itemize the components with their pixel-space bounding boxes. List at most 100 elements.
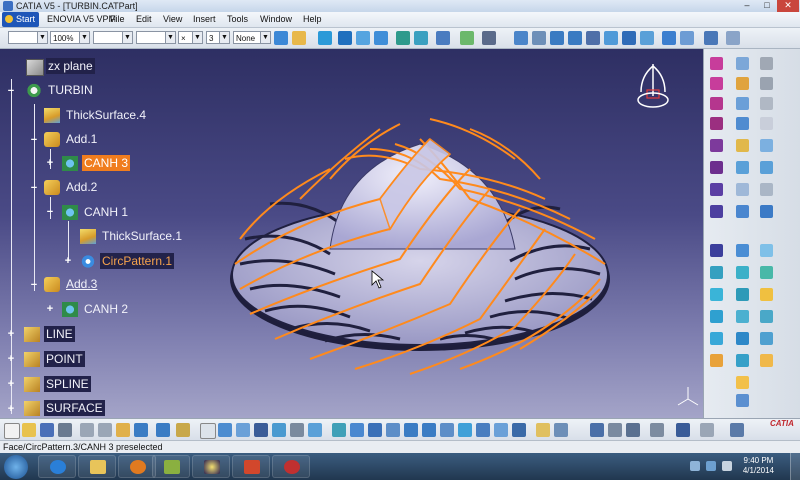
sweep-icon[interactable] xyxy=(736,244,749,257)
3d-compass-icon[interactable] xyxy=(704,31,718,45)
iso-view-icon[interactable] xyxy=(622,31,636,45)
symmetry-icon[interactable] xyxy=(736,310,749,323)
expand-toggle[interactable]: + xyxy=(7,404,15,415)
measure-between-icon[interactable] xyxy=(536,423,550,437)
hide-icon[interactable] xyxy=(494,423,508,437)
close-surface-icon[interactable] xyxy=(736,394,749,407)
loft-icon[interactable] xyxy=(760,244,773,257)
layer-combo[interactable]: None ▼ xyxy=(233,31,271,44)
spline-icon[interactable] xyxy=(338,31,352,45)
view-mode-icon[interactable] xyxy=(476,423,490,437)
point-symbol-combo[interactable]: × ▼ xyxy=(178,31,203,44)
whats-this-icon[interactable] xyxy=(176,423,190,437)
zoom-out-bottom-icon[interactable] xyxy=(422,423,436,437)
rotate-feature-icon[interactable] xyxy=(710,310,723,323)
law-icon[interactable] xyxy=(236,423,250,437)
expand-toggle[interactable]: + xyxy=(64,256,72,267)
swap-icon[interactable] xyxy=(512,423,526,437)
update-icon[interactable] xyxy=(650,423,664,437)
shaft-icon[interactable] xyxy=(710,117,723,130)
expand-toggle[interactable]: + xyxy=(7,329,15,340)
join-icon[interactable] xyxy=(396,31,410,45)
normal-view-icon[interactable] xyxy=(586,31,600,45)
rect-pattern-icon[interactable] xyxy=(710,332,723,345)
pan-icon[interactable] xyxy=(368,423,382,437)
close-button[interactable]: ✕ xyxy=(777,0,799,12)
eraser-icon[interactable] xyxy=(726,31,740,45)
minimize-button[interactable]: – xyxy=(737,0,757,12)
pad-icon[interactable] xyxy=(710,77,723,90)
measure-item-icon[interactable] xyxy=(554,423,568,437)
print-icon[interactable] xyxy=(58,423,72,437)
polyline-icon[interactable] xyxy=(760,97,773,110)
zoom-out-icon[interactable] xyxy=(568,31,582,45)
apply-material-icon[interactable] xyxy=(590,423,604,437)
reference-icon[interactable] xyxy=(676,423,690,437)
taskbar-image-viewer[interactable] xyxy=(192,455,230,478)
hide-show-icon[interactable] xyxy=(662,31,676,45)
tools-icon[interactable] xyxy=(700,423,714,437)
menu-help[interactable]: Help xyxy=(303,12,322,27)
sketch-icon[interactable] xyxy=(318,31,332,45)
open-icon[interactable] xyxy=(22,423,36,437)
tray-volume-icon[interactable] xyxy=(722,461,732,471)
windows-start-icon[interactable] xyxy=(4,455,28,479)
workbench-icon[interactable] xyxy=(710,57,723,70)
taskbar-explorer[interactable] xyxy=(78,455,116,478)
extrude-icon[interactable] xyxy=(356,31,370,45)
slot-icon[interactable] xyxy=(710,205,723,218)
pocket-icon[interactable] xyxy=(710,97,723,110)
rotate-icon[interactable] xyxy=(532,31,546,45)
intersection-icon[interactable] xyxy=(736,139,749,152)
compass-icon[interactable] xyxy=(633,62,673,110)
table-icon[interactable] xyxy=(254,423,268,437)
tray-flag-icon[interactable] xyxy=(690,461,700,471)
painter-icon[interactable] xyxy=(274,31,288,45)
scaling-icon[interactable] xyxy=(760,332,773,345)
taskbar-media-player[interactable] xyxy=(118,455,156,478)
menu-start[interactable]: Start xyxy=(2,12,40,27)
expand-toggle[interactable]: − xyxy=(30,280,38,291)
draft-icon[interactable] xyxy=(736,266,749,279)
fly-mode-icon[interactable] xyxy=(332,423,346,437)
zoom-in-icon[interactable] xyxy=(550,31,564,45)
circle-icon[interactable] xyxy=(736,161,749,174)
rib-icon[interactable] xyxy=(710,183,723,196)
heal-icon[interactable] xyxy=(414,31,428,45)
translate-icon[interactable] xyxy=(760,288,773,301)
plane-create-icon[interactable] xyxy=(736,97,749,110)
expand-toggle[interactable]: + xyxy=(46,304,54,315)
menu-tools[interactable]: Tools xyxy=(227,12,248,27)
plane-surface-icon[interactable] xyxy=(760,117,773,130)
chamfer-icon[interactable] xyxy=(710,266,723,279)
formula-icon[interactable] xyxy=(200,423,216,439)
catalog-icon[interactable] xyxy=(218,423,232,437)
menu-insert[interactable]: Insert xyxy=(193,12,216,27)
taskbar-recorder[interactable] xyxy=(272,455,310,478)
taskbar-catia[interactable] xyxy=(152,455,190,478)
transparency-combo[interactable]: 100% ▼ xyxy=(50,31,90,44)
expand-toggle[interactable]: − xyxy=(30,183,38,194)
split-icon[interactable] xyxy=(436,31,450,45)
undo-icon[interactable] xyxy=(134,423,148,437)
spline-curve-icon[interactable] xyxy=(760,161,773,174)
thread-icon[interactable] xyxy=(736,288,749,301)
taskbar-ie[interactable] xyxy=(38,455,76,478)
lock-icon[interactable] xyxy=(290,423,304,437)
hole-icon[interactable] xyxy=(710,161,723,174)
tray-network-icon[interactable] xyxy=(706,461,716,471)
groove-icon[interactable] xyxy=(710,139,723,152)
expand-toggle[interactable]: + xyxy=(7,354,15,365)
redo-icon[interactable] xyxy=(156,423,170,437)
expand-toggle[interactable]: − xyxy=(46,207,54,218)
color-combo[interactable]: ▼ xyxy=(8,31,48,44)
axis-system-icon[interactable] xyxy=(460,31,474,45)
zoom-in-bottom-icon[interactable] xyxy=(404,423,418,437)
line-icon[interactable] xyxy=(760,57,773,70)
mirror-icon[interactable] xyxy=(760,310,773,323)
copy-icon[interactable] xyxy=(98,423,112,437)
expand-toggle[interactable]: + xyxy=(7,379,15,390)
point-icon[interactable] xyxy=(736,57,749,70)
measure-icon[interactable] xyxy=(482,31,496,45)
axis-line-icon[interactable] xyxy=(760,77,773,90)
